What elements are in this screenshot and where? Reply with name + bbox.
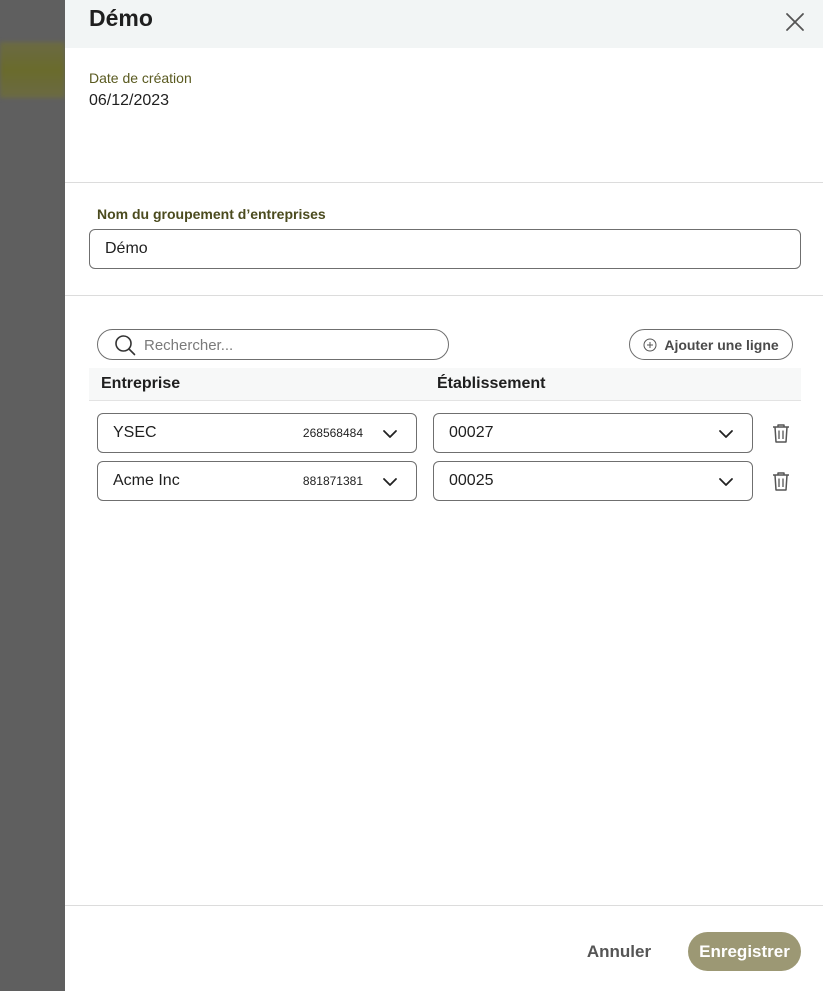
save-button[interactable]: Enregistrer: [688, 932, 801, 971]
company-select[interactable]: YSEC 268568484: [97, 413, 417, 453]
search-icon: [115, 335, 136, 356]
chevron-down-icon: [383, 478, 397, 486]
close-icon: [786, 13, 804, 31]
delete-row-button[interactable]: [770, 422, 792, 444]
chevron-down-icon: [383, 430, 397, 438]
column-header-establishment: Établissement: [437, 375, 546, 392]
delete-row-button[interactable]: [770, 470, 792, 492]
group-name-input[interactable]: [89, 229, 801, 269]
establishment-select[interactable]: 00025: [433, 461, 753, 501]
establishment-value: 00025: [449, 472, 494, 489]
company-select[interactable]: Acme Inc 881871381: [97, 461, 417, 501]
table-row: YSEC 268568484 00027: [65, 413, 823, 453]
company-siren: 881871381: [302, 474, 363, 488]
chevron-down-icon: [719, 478, 733, 486]
search-box[interactable]: [97, 329, 449, 360]
trash-icon: [773, 472, 789, 491]
creation-date-label: Date de création: [89, 70, 192, 86]
company-siren: 268568484: [302, 426, 363, 440]
cancel-button[interactable]: Annuler: [578, 932, 660, 971]
creation-info: Date de création 06/12/2023: [65, 48, 823, 183]
plus-circle-icon: [643, 338, 657, 351]
table-header: Entreprise Établissement: [89, 368, 801, 401]
drawer-header: Démo: [65, 0, 823, 48]
close-button[interactable]: [783, 10, 807, 34]
group-drawer: Démo Date de création 06/12/2023 Nom du …: [65, 0, 823, 991]
page-backdrop[interactable]: [0, 0, 65, 991]
backdrop-band: [0, 42, 65, 98]
group-name-section: Nom du groupement d’entreprises: [65, 183, 823, 296]
trash-icon: [773, 424, 789, 443]
chevron-down-icon: [719, 430, 733, 438]
group-name-label: Nom du groupement d’entreprises: [97, 206, 326, 222]
table-row: Acme Inc 881871381 00025: [65, 461, 823, 501]
search-input[interactable]: [144, 333, 434, 357]
drawer-title: Démo: [89, 5, 153, 31]
add-line-button[interactable]: Ajouter une ligne: [629, 329, 793, 360]
company-name: Acme Inc: [113, 472, 180, 489]
column-header-company: Entreprise: [101, 375, 181, 392]
company-name: YSEC: [113, 424, 157, 441]
establishment-select[interactable]: 00027: [433, 413, 753, 453]
company-list-section: Ajouter une ligne Entreprise Établisseme…: [65, 296, 823, 953]
add-line-label: Ajouter une ligne: [664, 336, 779, 353]
creation-date-value: 06/12/2023: [89, 92, 170, 109]
establishment-value: 00027: [449, 424, 494, 441]
drawer-footer: Annuler Enregistrer: [65, 905, 823, 991]
